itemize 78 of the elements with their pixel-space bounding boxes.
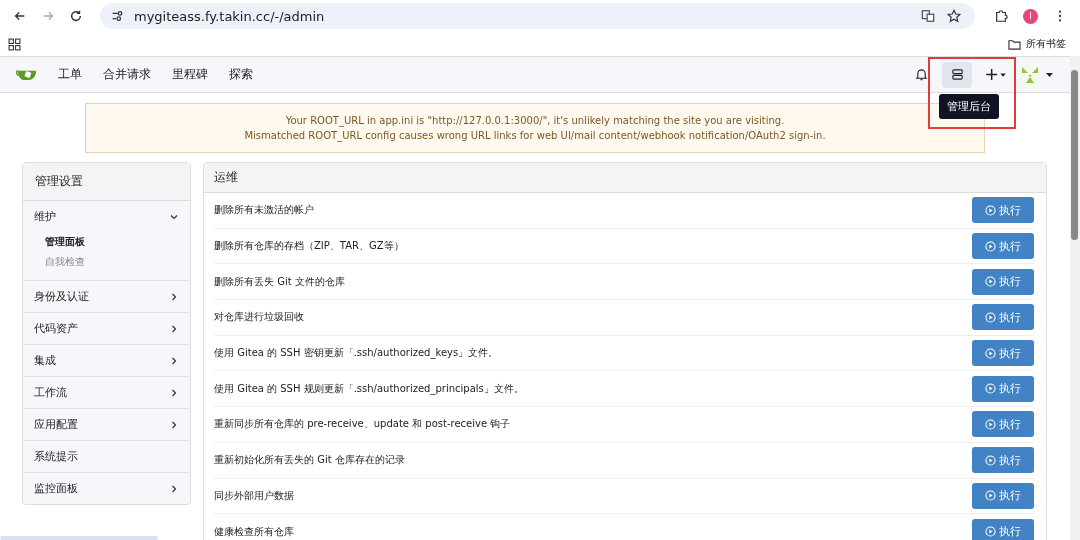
chevron-icon [170, 484, 178, 493]
reload-icon[interactable] [69, 9, 83, 23]
play-icon [985, 526, 996, 538]
sidebar-item[interactable]: 维护 [23, 201, 190, 232]
run-button[interactable]: 执行 [972, 268, 1034, 295]
user-menu-button[interactable] [1020, 64, 1056, 85]
play-icon [985, 311, 996, 323]
run-button[interactable]: 执行 [972, 197, 1034, 224]
task-label: 删除所有丢失 Git 文件的仓库 [214, 274, 345, 289]
extensions-icon[interactable] [994, 9, 1008, 23]
run-button[interactable]: 执行 [972, 233, 1034, 260]
chevron-icon [170, 212, 178, 221]
profile-avatar[interactable]: I [1023, 8, 1038, 24]
sidebar-subitem[interactable]: 自我检查 [45, 252, 190, 272]
scrollbar[interactable] [1070, 56, 1080, 540]
url-text: mygiteass.fy.takin.cc/-/admin [134, 8, 325, 24]
run-button[interactable]: 执行 [972, 375, 1034, 402]
sidebar-title: 管理设置 [23, 163, 190, 201]
sidebar-item[interactable]: 监控面板 [23, 473, 190, 504]
tooltip: 管理后台 [939, 93, 999, 119]
star-icon[interactable] [947, 9, 961, 23]
avatar-icon [1020, 64, 1056, 85]
nav-link[interactable]: 探索 [229, 67, 253, 82]
translate-icon[interactable] [921, 9, 935, 23]
task-label: 同步外部用户数据 [214, 488, 294, 503]
sidebar-item[interactable]: 代码资产 [23, 313, 190, 344]
task-label: 健康检查所有仓库 [214, 524, 294, 539]
server-icon [950, 68, 964, 81]
task-label: 删除所有仓库的存档（ZIP、TAR、GZ等） [214, 239, 404, 254]
chevron-icon [170, 292, 178, 301]
sidebar-item[interactable]: 身份及认证 [23, 281, 190, 312]
warning-text: Mismatched ROOT_URL config causes wrong URL links for web UI/mail content/webhook notification/OAuth2 sign-in. [243, 129, 827, 143]
play-icon [985, 454, 996, 466]
plus-icon [984, 68, 1008, 81]
panel-title: 运维 [204, 163, 1046, 193]
task-label: 删除所有未激活的帐户 [214, 203, 314, 218]
play-icon [985, 347, 996, 359]
play-icon [985, 383, 996, 395]
task-label: 重新初始化所有丢失的 Git 仓库存在的记录 [214, 453, 405, 468]
horizontal-scrollbar[interactable] [0, 536, 158, 540]
sidebar-subitem[interactable]: 管理面板 [45, 232, 190, 252]
sidebar-item[interactable]: 应用配置 [23, 409, 190, 440]
back-icon[interactable] [13, 9, 27, 23]
play-icon [985, 204, 996, 216]
run-button[interactable]: 执行 [972, 411, 1034, 438]
folder-icon [1008, 37, 1021, 51]
play-icon [985, 276, 996, 288]
run-button[interactable]: 执行 [972, 518, 1034, 540]
task-label: 重新同步所有仓库的 pre-receive、update 和 post-receive 钩子 [214, 417, 511, 432]
bell-icon[interactable] [915, 68, 928, 81]
sidebar-item[interactable]: 工作流 [23, 377, 190, 408]
run-button[interactable]: 执行 [972, 447, 1034, 474]
play-icon [985, 240, 996, 252]
chevron-icon [170, 420, 178, 429]
bookmarks-folder[interactable]: 所有书签 [1026, 37, 1066, 51]
nav-link[interactable]: 合并请求 [103, 67, 151, 82]
task-label: 使用 Gitea 的 SSH 密钥更新「.ssh/authorized_keys」文件。 [214, 346, 499, 361]
play-icon [985, 490, 996, 502]
nav-link[interactable]: 里程碑 [172, 67, 208, 82]
nav-link[interactable]: 工单 [58, 67, 82, 82]
gitea-logo-icon[interactable] [16, 67, 38, 82]
chevron-icon [170, 356, 178, 365]
sidebar-item[interactable]: 集成 [23, 345, 190, 376]
run-button[interactable]: 执行 [972, 304, 1034, 331]
warning-text: Your ROOT_URL in app.ini is "http://127.0.0.1:3000/", it's unlikely matching the site you are visiting. [284, 114, 786, 128]
run-button[interactable]: 执行 [972, 482, 1034, 509]
task-label: 使用 Gitea 的 SSH 规则更新「.ssh/authorized_principals」文件。 [214, 381, 524, 396]
sidebar-item[interactable]: 系统提示 [23, 441, 190, 472]
chevron-icon [170, 324, 178, 333]
run-button[interactable]: 执行 [972, 340, 1034, 367]
site-admin-button[interactable] [942, 61, 972, 88]
play-icon [985, 418, 996, 430]
address-bar[interactable]: mygiteass.fy.takin.cc/-/admin [100, 3, 975, 29]
apps-grid-icon[interactable] [8, 37, 21, 51]
task-label: 对仓库进行垃圾回收 [214, 310, 304, 325]
chevron-icon [170, 388, 178, 397]
site-settings-icon[interactable] [110, 9, 124, 23]
create-menu-button[interactable] [984, 68, 1008, 81]
